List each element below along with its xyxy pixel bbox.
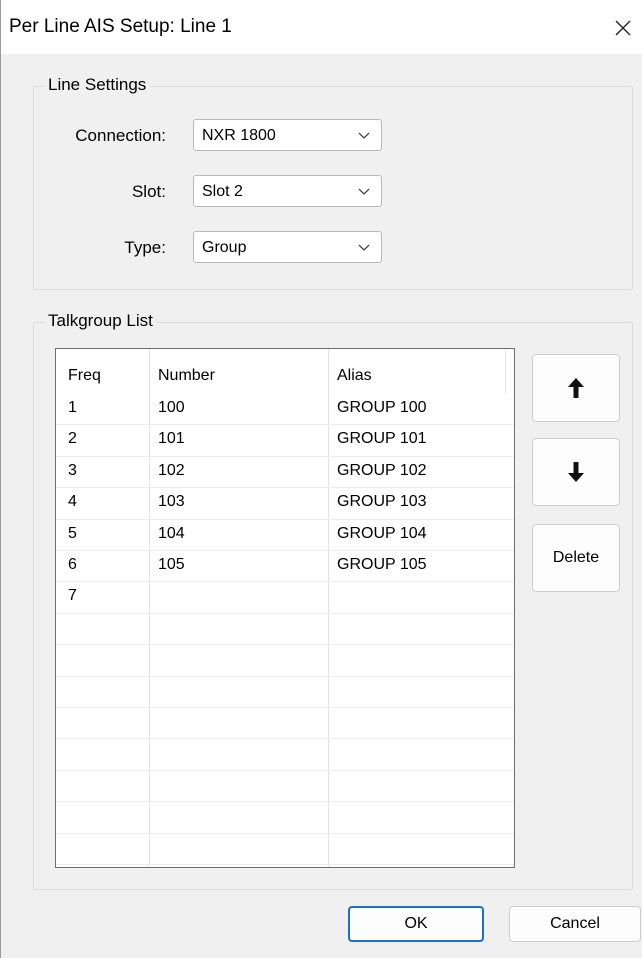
slot-select[interactable]: Slot 2 [193,175,382,207]
cell-alias: GROUP 105 [337,556,427,573]
row-gridline [56,581,514,582]
row-gridline [56,864,514,865]
row-gridline [56,738,514,739]
cell-number: 102 [158,462,185,479]
window-title: Per Line AIS Setup: Line 1 [9,16,232,37]
row-gridline [56,424,514,425]
connection-select[interactable]: NXR 1800 [193,119,382,151]
talkgroup-table[interactable]: Freq Number Alias 1 100 GROUP 100 2 101 GROUP… [55,348,515,868]
row-gridline [56,456,514,457]
line-settings-legend: Line Settings [44,75,151,95]
cell-alias: GROUP 101 [337,430,427,447]
cell-freq: 7 [68,587,77,604]
move-up-button[interactable] [532,354,620,422]
move-down-button[interactable] [532,438,620,506]
column-header-freq[interactable]: Freq [68,367,101,385]
slot-label: Slot: [131,182,166,201]
row-gridline [56,833,514,834]
arrow-down-icon [568,462,584,482]
cell-freq: 3 [68,462,77,479]
row-gridline [56,550,514,551]
cell-alias: GROUP 104 [337,525,427,542]
row-gridline [56,770,514,771]
row-gridline [56,676,514,677]
cancel-button-label: Cancel [550,915,600,932]
chevron-down-icon [358,132,370,139]
cell-alias: GROUP 100 [337,399,427,416]
delete-button[interactable]: Delete [532,524,620,592]
cell-freq: 1 [68,399,77,416]
row-gridline [56,707,514,708]
column-divider [328,349,329,867]
ok-button[interactable]: OK [348,906,484,942]
table-header: Freq Number Alias [56,349,514,393]
type-label: Type: [124,238,166,257]
row-gridline [56,801,514,802]
talkgroup-list-legend: Talkgroup List [44,311,157,331]
row-gridline [56,519,514,520]
cell-number: 104 [158,525,185,542]
cell-alias: GROUP 102 [337,462,427,479]
connection-value: NXR 1800 [202,127,276,144]
close-button[interactable] [605,10,641,46]
row-gridline [56,644,514,645]
type-value: Group [202,239,247,256]
cell-freq: 4 [68,493,77,510]
column-divider [149,349,150,867]
ok-button-label: OK [404,915,428,932]
row-gridline [56,613,514,614]
delete-button-label: Delete [552,549,600,566]
cell-number: 100 [158,399,185,416]
connection-label: Connection: [75,126,166,145]
cell-freq: 5 [68,525,77,542]
row-gridline [56,487,514,488]
title-bar: Per Line AIS Setup: Line 1 [1,0,642,54]
slot-value: Slot 2 [202,183,243,200]
cell-number: 101 [158,430,185,447]
type-select[interactable]: Group [193,231,382,263]
column-header-alias[interactable]: Alias [337,367,372,385]
chevron-down-icon [358,244,370,251]
close-icon [615,20,631,36]
cell-number: 105 [158,556,185,573]
cell-freq: 6 [68,556,77,573]
cell-alias: GROUP 103 [337,493,427,510]
arrow-up-icon [568,378,584,398]
dialog-window: Per Line AIS Setup: Line 1 Line Settings… [0,0,642,958]
cell-freq: 2 [68,430,77,447]
cell-number: 103 [158,493,185,510]
column-header-number[interactable]: Number [158,367,215,385]
chevron-down-icon [358,188,370,195]
cancel-button[interactable]: Cancel [509,906,641,942]
